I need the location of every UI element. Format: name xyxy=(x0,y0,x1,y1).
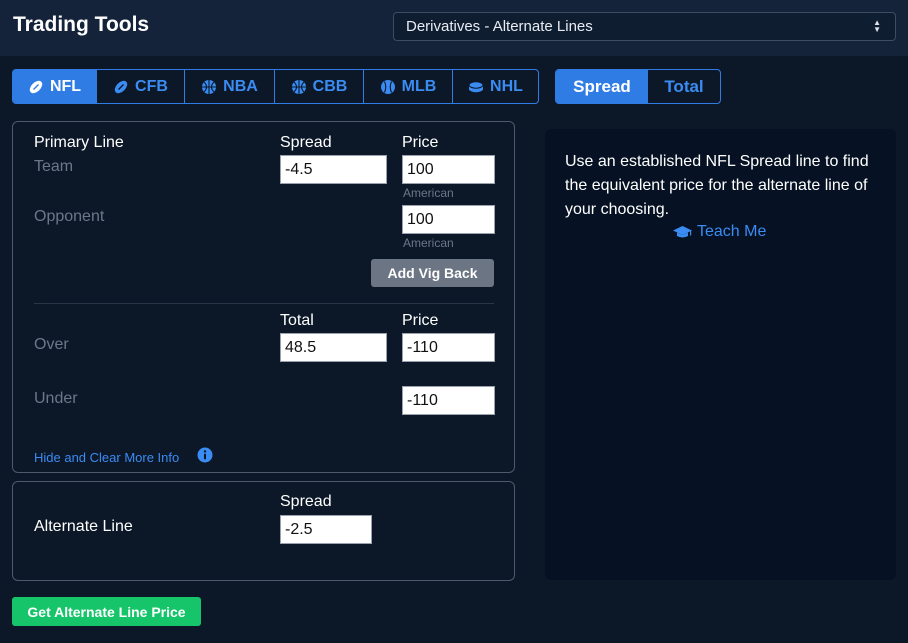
football-icon xyxy=(114,80,128,93)
tab-label: CFB xyxy=(135,77,168,95)
total-price-header: Price xyxy=(402,312,439,329)
tab-nfl[interactable]: NFL xyxy=(13,70,97,103)
tab-nhl[interactable]: NHL xyxy=(453,70,538,103)
baseball-icon xyxy=(380,79,395,94)
under-label: Under xyxy=(34,390,78,407)
info-icon[interactable] xyxy=(197,447,213,463)
hockey-puck-icon xyxy=(468,80,484,92)
tab-total[interactable]: Total xyxy=(648,70,720,103)
total-header: Total xyxy=(280,312,314,329)
teach-me-label: Teach Me xyxy=(697,223,767,240)
over-total-input[interactable]: 48.5 xyxy=(280,333,387,362)
tab-label: NFL xyxy=(49,77,82,95)
primary-line-heading: Primary Line xyxy=(34,134,124,151)
spread-header: Spread xyxy=(280,134,332,151)
line-type-tabs: Spread Total xyxy=(555,69,721,104)
hide-clear-more-info-link[interactable]: Hide and Clear More Info xyxy=(34,450,179,465)
tab-cfb[interactable]: CFB xyxy=(97,70,185,103)
tool-select-value: Derivatives - Alternate Lines xyxy=(406,18,593,35)
alternate-line-label: Alternate Line xyxy=(34,518,133,535)
tab-label: CBB xyxy=(312,77,348,95)
opponent-label: Opponent xyxy=(34,208,105,225)
tab-cbb[interactable]: CBB xyxy=(275,70,364,103)
select-arrows-icon: ▲ ▼ xyxy=(873,18,881,34)
team-spread-input[interactable]: -4.5 xyxy=(280,155,387,184)
sport-tabs: NFL CFB NBA CBB MLB NHL xyxy=(12,69,539,104)
basketball-icon xyxy=(202,79,217,94)
alt-spread-header: Spread xyxy=(280,493,332,510)
graduation-cap-icon xyxy=(673,226,692,238)
opponent-price-format: American xyxy=(403,236,454,250)
alternate-line-panel: Spread Alternate Line -2.5 xyxy=(12,481,515,581)
over-label: Over xyxy=(34,336,69,353)
team-label: Team xyxy=(34,158,74,175)
tab-label: NHL xyxy=(490,77,523,95)
info-text: Use an established NFL Spread line to fi… xyxy=(565,153,869,218)
teach-me-link[interactable]: Teach Me xyxy=(673,223,766,241)
team-price-format: American xyxy=(403,186,454,200)
top-header: Trading Tools Derivatives - Alternate Li… xyxy=(0,0,908,56)
primary-line-panel: Primary Line Spread Price Team -4.5 100 … xyxy=(12,121,515,473)
football-icon xyxy=(29,80,43,93)
tab-label: NBA xyxy=(223,77,258,95)
tool-select[interactable]: Derivatives - Alternate Lines ▲ ▼ xyxy=(393,12,896,41)
tab-nba[interactable]: NBA xyxy=(185,70,275,103)
section-divider xyxy=(34,303,494,304)
basketball-icon xyxy=(291,79,306,94)
tab-mlb[interactable]: MLB xyxy=(364,70,453,103)
team-price-input[interactable]: 100 xyxy=(402,155,495,184)
add-vig-back-button[interactable]: Add Vig Back xyxy=(371,259,494,287)
get-alternate-line-price-button[interactable]: Get Alternate Line Price xyxy=(12,597,201,626)
alt-spread-input[interactable]: -2.5 xyxy=(280,515,372,544)
info-panel: Use an established NFL Spread line to fi… xyxy=(545,129,896,580)
tab-label: MLB xyxy=(401,77,437,95)
app-title: Trading Tools xyxy=(13,13,150,36)
opponent-price-input[interactable]: 100 xyxy=(402,205,495,234)
tab-spread[interactable]: Spread xyxy=(556,70,648,103)
price-header: Price xyxy=(402,134,439,151)
under-price-input[interactable]: -110 xyxy=(402,386,495,415)
over-price-input[interactable]: -110 xyxy=(402,333,495,362)
